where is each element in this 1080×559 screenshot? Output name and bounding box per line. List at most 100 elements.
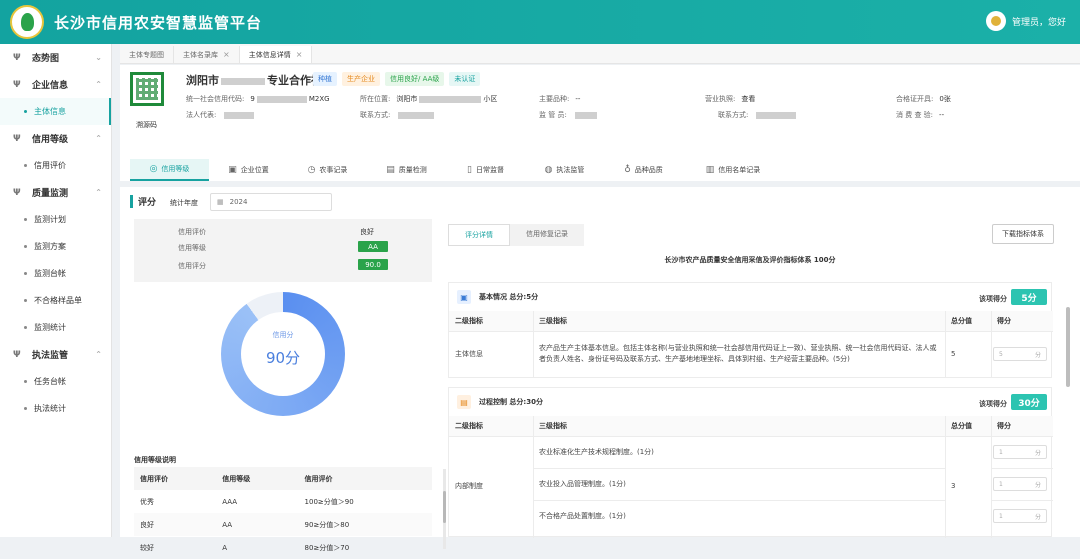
location: 所在位置: 浏阳市 小区 (360, 95, 498, 103)
total-value: 5 (951, 349, 956, 358)
year-label: 统计年度 (170, 199, 198, 207)
leaf-icon: Ψ (13, 349, 21, 360)
tab-location[interactable]: ▣ 企业位置 (209, 159, 288, 181)
tab-credit-list[interactable]: ▥ 信用名单记录 (683, 159, 783, 181)
target-icon: ◎ (149, 164, 158, 174)
level3-indicator: 不合格产品处置制度。(1分) (539, 511, 626, 520)
credit-score-donut: 信用分 90分 (221, 292, 345, 416)
level-legend-table: 信用评价 信用等级 信用评价 优秀 AAA 100≥分值＞90 良好 AA 90≥分值＞80… (134, 467, 432, 559)
tab-farming[interactable]: ◷ 农事记录 (288, 159, 367, 181)
legend-scrollbar[interactable] (443, 469, 446, 549)
tab-quality[interactable]: ▤ 质量检测 (367, 159, 446, 181)
map-icon: ▣ (228, 165, 237, 175)
chevron-down-icon: ⌄ (95, 53, 102, 62)
tag-credit: 信用良好/ AA级 (385, 72, 445, 86)
total-value: 3 (951, 481, 956, 490)
app-header: 长沙市信用农安智慧监管平台 管理员，您好 (0, 0, 1080, 44)
sidebar-item-monitor-scheme[interactable]: 监测方案 (0, 233, 111, 260)
item-score-badge: 30分 (1011, 394, 1047, 410)
bullet-icon (24, 407, 27, 410)
close-icon[interactable]: × (296, 50, 303, 59)
sidebar-item-unqualified[interactable]: 不合格样品单 (0, 287, 111, 314)
chevron-up-icon: ⌃ (95, 188, 102, 197)
sidebar-item-monitor-stats[interactable]: 监测统计 (0, 314, 111, 341)
app-title: 长沙市信用农安智慧监管平台 (54, 14, 263, 32)
sidebar-item-enforce-stats[interactable]: 执法统计 (0, 395, 111, 422)
close-icon[interactable]: × (223, 50, 230, 59)
tab-credit-repair[interactable]: 信用修复记录 (510, 224, 584, 246)
level2-indicator: 内部制度 (455, 481, 483, 490)
business-license: 营业执照: 查看 (705, 95, 756, 103)
contact-2: 联系方式: (718, 110, 798, 120)
shield-icon: ◍ (544, 165, 553, 175)
score-input[interactable]: 1分 (993, 445, 1047, 459)
tab-variety[interactable]: ♁ 品种品质 (604, 159, 683, 181)
tab-credit-level[interactable]: ◎ 信用等级 (130, 159, 209, 181)
tab-subject-list[interactable]: 主体名录库 × (174, 46, 240, 63)
tab-enforcement[interactable]: ◍ 执法监管 (525, 159, 604, 181)
detail-scrollbar[interactable] (1066, 307, 1070, 387)
bullet-icon (24, 272, 27, 275)
bullet-icon (24, 110, 27, 113)
user-avatar-icon (985, 11, 1006, 31)
detail-subtabs: 评分详情 信用修复记录 (448, 224, 584, 246)
sidebar-group-enforcement[interactable]: Ψ 执法监管 ⌃ (0, 341, 111, 368)
credit-eval-value: 良好 (360, 228, 374, 236)
entity-name: 浏阳市 专业合作社 (186, 74, 322, 87)
leaf-icon: Ψ (13, 52, 21, 63)
score-input[interactable]: 5分 (993, 347, 1047, 361)
sidebar-item-monitor-plan[interactable]: 监测计划 (0, 206, 111, 233)
sidebar-group-situation[interactable]: Ψ 态势图 ⌄ (0, 44, 111, 71)
year-picker[interactable]: ▦ 2024 (210, 193, 332, 211)
calendar-icon: ▦ (217, 198, 224, 206)
bullet-icon (24, 218, 27, 221)
redaction-mask (256, 95, 307, 103)
leaf-icon: Ψ (13, 187, 21, 198)
tab-subject-detail[interactable]: 主体信息详情 × (239, 46, 313, 63)
table-header-row: 信用评价 信用等级 信用评价 (134, 467, 432, 490)
sidebar: Ψ 态势图 ⌄ Ψ 企业信息 ⌃ 主体信息 Ψ 信用等级 ⌃ 信用评价 Ψ 质量监测 ⌃ 监测计… (0, 44, 112, 537)
sidebar-item-credit-eval[interactable]: 信用评价 (0, 152, 111, 179)
entity-info: 溯源码 浏阳市 专业合作社 种植 生产企业 信用良好/ AA级 未认证 统一社会信… (120, 65, 1080, 181)
sidebar-group-enterprise[interactable]: Ψ 企业信息 ⌃ (0, 71, 111, 98)
supervisor: 监 管 员: (539, 110, 599, 120)
main-product: 主要品种: -- (539, 95, 581, 103)
entity-tags: 种植 生产企业 信用良好/ AA级 未认证 (313, 72, 481, 86)
sidebar-item-task-ledger[interactable]: 任务台帐 (0, 368, 111, 395)
credit-level-badge: AA (358, 241, 388, 252)
credit-score-badge: 90.0 (358, 259, 388, 270)
tag-certification: 未认证 (449, 72, 481, 86)
score-input[interactable]: 1分 (993, 509, 1047, 523)
qr-label: 溯源码 (136, 121, 157, 129)
page-tabs: 主体专题图 主体名录库 × 主体信息详情 × (120, 44, 1080, 64)
sidebar-item-subject-info[interactable]: 主体信息 (0, 98, 111, 125)
view-license-link[interactable]: 查看 (741, 95, 755, 103)
card-basic-info: ▣ 基本情况 总分:5分 该项得分 5分 二级指标 三级指标 总分值 得分 主体信… (448, 282, 1053, 378)
score-detail-column: 评分详情 信用修复记录 下载指标体系 长沙市农产品质量安全信用采信及评价指标体系… (448, 219, 1070, 538)
redaction-mask (419, 95, 482, 103)
tab-subject-map[interactable]: 主体专题图 (120, 46, 174, 63)
sidebar-item-monitor-ledger[interactable]: 监测台帐 (0, 260, 111, 287)
redaction-mask (221, 77, 265, 85)
score-input[interactable]: 1分 (993, 477, 1047, 491)
redaction-mask (224, 111, 255, 119)
platform-logo-icon (10, 5, 44, 39)
main-area: 主体专题图 主体名录库 × 主体信息详情 × 溯源码 浏阳市 专业合作社 种植 生产企… (120, 44, 1080, 552)
tab-daily[interactable]: ▯ 日常监督 (446, 159, 525, 181)
donut-value: 90分 (265, 349, 301, 367)
sidebar-group-credit[interactable]: Ψ 信用等级 ⌃ (0, 125, 111, 152)
certificate-count: 合格证开具: 0张 (896, 95, 951, 103)
tab-score-detail[interactable]: 评分详情 (448, 224, 510, 246)
qr-code-icon[interactable] (130, 72, 164, 106)
chevron-up-icon: ⌃ (95, 134, 102, 143)
legal-representative: 法人代表: (186, 110, 256, 120)
tag-planting: 种植 (313, 72, 337, 86)
credit-summary: 信用评价 良好 信用等级 AA 信用评分 90.0 (134, 219, 432, 282)
score-summary-column: 信用评价 良好 信用等级 AA 信用评分 90.0 信用分 90分 信用等级说明… (134, 219, 446, 552)
sidebar-group-quality[interactable]: Ψ 质量监测 ⌃ (0, 179, 111, 206)
download-index-button[interactable]: 下载指标体系 (992, 224, 1054, 244)
leaf-icon: Ψ (13, 133, 21, 144)
level2-indicator: 主体信息 (455, 349, 483, 358)
user-menu[interactable]: 管理员，您好 (985, 11, 1066, 31)
user-greeting: 管理员，您好 (1011, 17, 1066, 28)
